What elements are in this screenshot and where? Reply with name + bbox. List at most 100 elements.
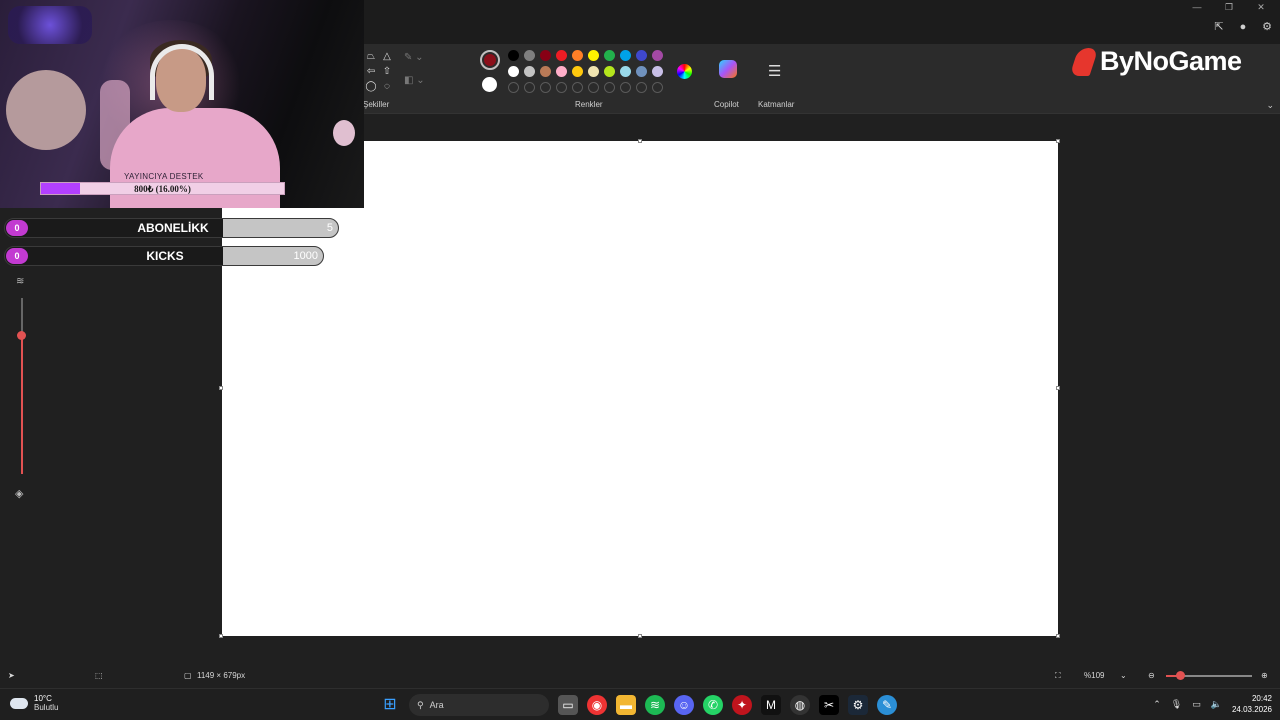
palette-swatch[interactable] bbox=[572, 66, 583, 77]
zoom-slider-fill bbox=[1166, 675, 1177, 677]
discord-icon[interactable]: ☺ bbox=[674, 695, 694, 715]
epic-games-icon[interactable]: M bbox=[761, 695, 781, 715]
drawing-canvas[interactable] bbox=[222, 141, 1058, 636]
slider-knob[interactable] bbox=[17, 331, 26, 340]
palette-swatch[interactable] bbox=[652, 66, 663, 77]
up-arrow-shape-icon[interactable]: ⇧ bbox=[380, 65, 394, 78]
palette-swatch[interactable] bbox=[556, 66, 567, 77]
canvas-resize-handle-top[interactable] bbox=[638, 139, 642, 143]
outline-icon[interactable]: ✎ ⌄ bbox=[404, 52, 425, 63]
zoom-dropdown-chevron-icon[interactable]: ⌄ bbox=[1120, 671, 1127, 680]
palette-swatch[interactable] bbox=[636, 50, 647, 61]
palette-swatch[interactable] bbox=[604, 82, 615, 93]
chrome-icon[interactable]: ◉ bbox=[587, 695, 607, 715]
canvas-resize-handle-left[interactable] bbox=[219, 386, 223, 390]
palette-swatch[interactable] bbox=[524, 50, 535, 61]
palette-swatch[interactable] bbox=[652, 50, 663, 61]
copilot-label[interactable]: Copilot bbox=[714, 100, 739, 109]
left-arrow-shape-icon[interactable]: ⇦ bbox=[364, 65, 378, 78]
share-icon[interactable]: ⇱ bbox=[1212, 20, 1226, 34]
palette-swatch[interactable] bbox=[508, 82, 519, 93]
microphone-icon[interactable]: 🎙 bbox=[1171, 699, 1182, 710]
settings-icon[interactable]: ⚙ bbox=[1260, 20, 1274, 34]
volume-icon[interactable]: 🔈 bbox=[1211, 699, 1222, 710]
palette-swatch[interactable] bbox=[620, 66, 631, 77]
account-icon[interactable]: ● bbox=[1236, 20, 1250, 34]
canvas-resize-handle-bottom-left[interactable] bbox=[219, 634, 223, 638]
kicks-goal-bar: KICKS 1000 0 bbox=[4, 246, 324, 266]
oval-callout-shape-icon[interactable]: ◯ bbox=[364, 80, 378, 93]
palette-swatch[interactable] bbox=[588, 50, 599, 61]
whatsapp-icon[interactable]: ✆ bbox=[703, 695, 723, 715]
palette-swatch[interactable] bbox=[572, 50, 583, 61]
subscription-goal-bar: ABONELİKK 5 0 bbox=[4, 218, 339, 238]
palette-swatch[interactable] bbox=[636, 82, 647, 93]
palette-swatch[interactable] bbox=[556, 50, 567, 61]
palette-swatch[interactable] bbox=[540, 82, 551, 93]
palette-swatch[interactable] bbox=[508, 50, 519, 61]
palette-swatch[interactable] bbox=[540, 50, 551, 61]
palette-swatch[interactable] bbox=[620, 50, 631, 61]
taskbar: 10°C Bulutlu ⊞ ⚲ Ara ▭ ◉ ▬ ≋ ☺ ✆ ✦ M ◍ ✂… bbox=[0, 688, 1280, 720]
red-app-icon[interactable]: ✦ bbox=[732, 695, 752, 715]
close-button[interactable]: ✕ bbox=[1250, 0, 1272, 14]
kicks-goal-label: KICKS bbox=[146, 249, 184, 263]
fit-to-window-icon[interactable]: ⛶ bbox=[1055, 671, 1061, 681]
canvas-resize-handle-bottom-right[interactable] bbox=[1056, 634, 1060, 638]
speech-bubble-shape-icon[interactable]: ◌ bbox=[380, 80, 394, 93]
chevron-down-icon[interactable]: ⌄ bbox=[1266, 100, 1274, 111]
bynogame-mark-icon bbox=[1069, 47, 1099, 76]
obs-icon[interactable]: ◍ bbox=[790, 695, 810, 715]
brush-size-slider[interactable]: ≋ ◈ bbox=[14, 276, 30, 502]
palette-swatch[interactable] bbox=[556, 82, 567, 93]
taskbar-apps: ⊞ ⚲ Ara ▭ ◉ ▬ ≋ ☺ ✆ ✦ M ◍ ✂ ⚙ ✎ bbox=[380, 694, 897, 716]
file-explorer-icon[interactable]: ▬ bbox=[616, 695, 636, 715]
palette-swatch[interactable] bbox=[572, 82, 583, 93]
canvas-resize-handle-top-right[interactable] bbox=[1056, 139, 1060, 143]
secondary-color-swatch[interactable] bbox=[482, 77, 497, 92]
palette-swatch[interactable] bbox=[604, 66, 615, 77]
tray-overflow-chevron-icon[interactable]: ⌃ bbox=[1153, 699, 1161, 710]
zoom-level-select[interactable]: %109 bbox=[1084, 671, 1104, 680]
palette-swatch[interactable] bbox=[588, 82, 599, 93]
palette-swatch[interactable] bbox=[604, 50, 615, 61]
freeform-shape-icon[interactable]: ⏢ bbox=[364, 50, 378, 63]
zoom-out-icon[interactable]: ⊖ bbox=[1148, 671, 1155, 680]
palette-swatch[interactable] bbox=[588, 66, 599, 77]
window-controls: — ❐ ✕ bbox=[1186, 0, 1272, 14]
canvas-resize-handle-right[interactable] bbox=[1056, 386, 1060, 390]
edit-colors-icon[interactable] bbox=[677, 64, 692, 79]
teddy-bear bbox=[6, 70, 86, 150]
weather-widget[interactable]: 10°C Bulutlu bbox=[10, 694, 58, 712]
palette-swatch[interactable] bbox=[524, 66, 535, 77]
paint-app-icon[interactable]: ✎ bbox=[877, 695, 897, 715]
title-actions: ⇱ ● ⚙ bbox=[1212, 20, 1274, 34]
headset-icon bbox=[150, 44, 214, 100]
clock[interactable]: 20:42 24.03.2026 bbox=[1232, 693, 1272, 715]
steam-icon[interactable]: ⚙ bbox=[848, 695, 868, 715]
palette-swatch[interactable] bbox=[524, 82, 535, 93]
spotify-icon[interactable]: ≋ bbox=[645, 695, 665, 715]
bynogame-logo: ByNoGame bbox=[1069, 46, 1242, 77]
triangle-shape-icon[interactable]: △ bbox=[380, 50, 394, 63]
palette-swatch[interactable] bbox=[652, 82, 663, 93]
taskbar-search[interactable]: ⚲ Ara bbox=[409, 694, 549, 716]
maximize-button[interactable]: ❐ bbox=[1218, 0, 1240, 14]
capcut-icon[interactable]: ✂ bbox=[819, 695, 839, 715]
palette-swatch[interactable] bbox=[508, 66, 519, 77]
canvas-resize-handle-bottom[interactable] bbox=[638, 634, 642, 638]
palette-swatch[interactable] bbox=[636, 66, 647, 77]
fill-icon[interactable]: ◧ ⌄ bbox=[404, 75, 425, 86]
primary-color-swatch[interactable] bbox=[480, 50, 500, 70]
zoom-slider-knob[interactable] bbox=[1176, 671, 1185, 680]
layers-icon[interactable]: ☰ bbox=[768, 62, 781, 80]
palette-swatch[interactable] bbox=[620, 82, 631, 93]
windows-start-icon[interactable]: ⊞ bbox=[380, 695, 400, 715]
layers-label[interactable]: Katmanlar bbox=[758, 100, 794, 109]
copilot-icon[interactable] bbox=[719, 60, 737, 78]
palette-swatch[interactable] bbox=[540, 66, 551, 77]
task-view-icon[interactable]: ▭ bbox=[558, 695, 578, 715]
minimize-button[interactable]: — bbox=[1186, 0, 1208, 14]
display-icon[interactable]: ▭ bbox=[1192, 699, 1201, 710]
zoom-in-icon[interactable]: ⊕ bbox=[1261, 671, 1268, 680]
